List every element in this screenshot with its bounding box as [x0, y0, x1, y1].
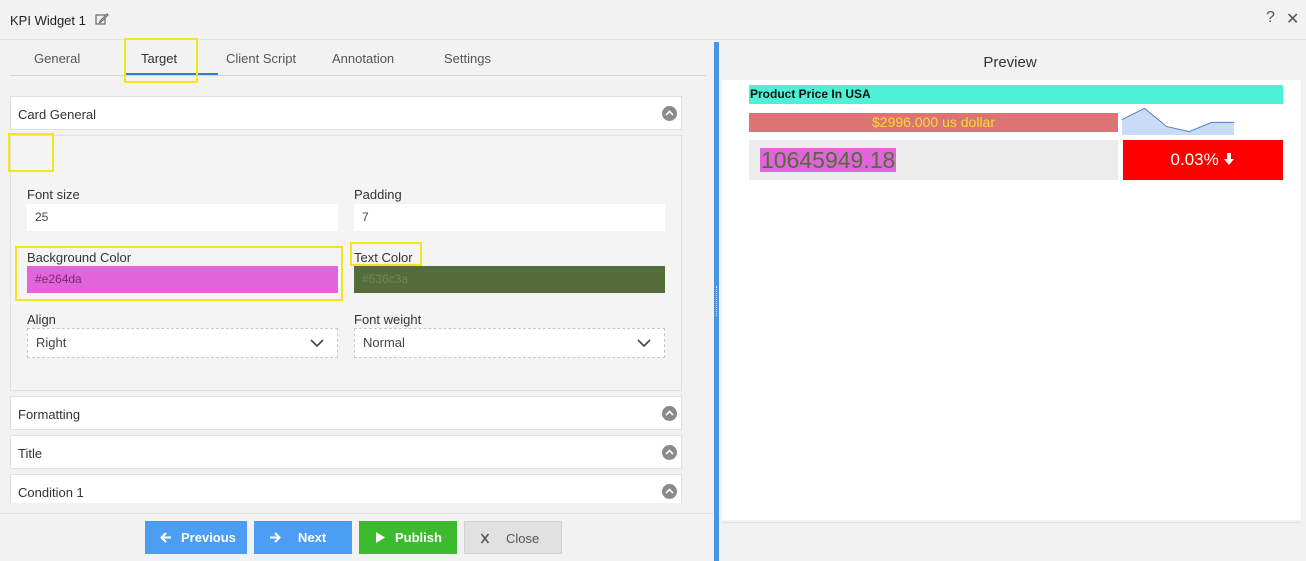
settings-panel: General Target Client Script Annotation …	[0, 38, 714, 561]
sparkline-area	[1122, 108, 1234, 135]
chevron-up-icon[interactable]	[662, 445, 677, 460]
background-color-label: Background Color	[27, 250, 132, 265]
help-icon[interactable]: ?	[1266, 9, 1275, 27]
text-color-input[interactable]: #536c3a	[354, 266, 665, 293]
kpi-value-box: 10645949.18	[749, 140, 1118, 180]
previous-label: Previous	[181, 530, 236, 545]
preview-canvas: Product Price In USA $2996.000 us dollar…	[722, 80, 1301, 520]
play-icon	[374, 521, 386, 561]
section-title[interactable]: Title	[10, 435, 682, 469]
section-condition-1-label: Condition 1	[18, 485, 84, 500]
chevron-up-icon[interactable]	[662, 106, 677, 121]
preview-footer	[722, 522, 1301, 559]
arrow-left-icon	[159, 521, 173, 561]
section-title-label: Title	[18, 446, 43, 461]
font-weight-value: Normal	[363, 335, 405, 350]
section-condition-1[interactable]: Condition 1	[10, 474, 682, 503]
chevron-up-icon[interactable]	[662, 406, 677, 421]
kpi-change-value: 0.03%	[1170, 150, 1219, 169]
align-value: Right	[36, 335, 67, 350]
padding-input[interactable]: 7	[354, 204, 665, 231]
close-label: Close	[506, 531, 540, 546]
font-size-input[interactable]: 25	[27, 204, 338, 231]
font-weight-select[interactable]: Normal	[354, 328, 665, 358]
arrow-down-icon	[1224, 153, 1235, 165]
splitter-handle[interactable]	[716, 286, 718, 316]
tab-general[interactable]: General	[34, 51, 80, 66]
edit-icon[interactable]	[95, 12, 109, 26]
next-label: Next	[298, 530, 327, 545]
align-label: Align	[27, 312, 56, 327]
align-select[interactable]: Right	[27, 328, 338, 358]
active-tab-indicator	[124, 73, 218, 75]
tab-annotation[interactable]: Annotation	[332, 51, 394, 66]
kpi-title: Product Price In USA	[749, 85, 1283, 104]
tab-bar: General Target Client Script Annotation …	[10, 40, 706, 76]
previous-button[interactable]: Previous	[145, 521, 247, 554]
kpi-value: 10645949.18	[760, 147, 897, 173]
section-card-general-label: Card General	[18, 107, 97, 122]
publish-label: Publish	[395, 530, 442, 545]
font-weight-label: Font weight	[354, 312, 422, 327]
font-size-label: Font size	[27, 187, 80, 202]
section-formatting-label: Formatting	[18, 407, 81, 422]
preview-heading: Preview	[983, 54, 1037, 71]
next-button[interactable]: Next	[254, 521, 352, 554]
publish-button[interactable]: Publish	[359, 521, 457, 554]
chevron-down-icon	[637, 339, 651, 348]
tab-settings[interactable]: Settings	[444, 51, 491, 66]
tab-client-script[interactable]: Client Script	[226, 51, 296, 66]
chevron-up-icon[interactable]	[662, 484, 677, 499]
arrow-right-icon	[268, 521, 282, 561]
preview-panel: Preview Product Price In USA $2996.000 u…	[719, 42, 1306, 561]
close-button[interactable]: Close	[464, 521, 562, 554]
chevron-down-icon	[310, 339, 324, 348]
section-card-general[interactable]: Card General	[10, 96, 682, 130]
kpi-change: 0.03%	[1123, 140, 1283, 180]
background-color-input[interactable]: #e264da	[27, 266, 338, 293]
kpi-target: $2996.000 us dollar	[749, 113, 1118, 132]
tab-target[interactable]: Target	[141, 51, 177, 66]
kpi-sparkline	[1122, 107, 1234, 135]
style-section-body: Font size 25 Padding 7 Background Color …	[10, 135, 682, 391]
padding-label: Padding	[354, 187, 402, 202]
section-formatting[interactable]: Formatting	[10, 396, 682, 430]
close-window-icon[interactable]: ✕	[1286, 9, 1299, 29]
window-titlebar: KPI Widget 1 ? ✕	[0, 0, 1306, 40]
text-color-label: Text Color	[354, 250, 413, 265]
wizard-footer: Previous Next Publish Close	[0, 513, 714, 561]
window-title: KPI Widget 1	[10, 13, 86, 28]
close-icon	[479, 522, 491, 561]
